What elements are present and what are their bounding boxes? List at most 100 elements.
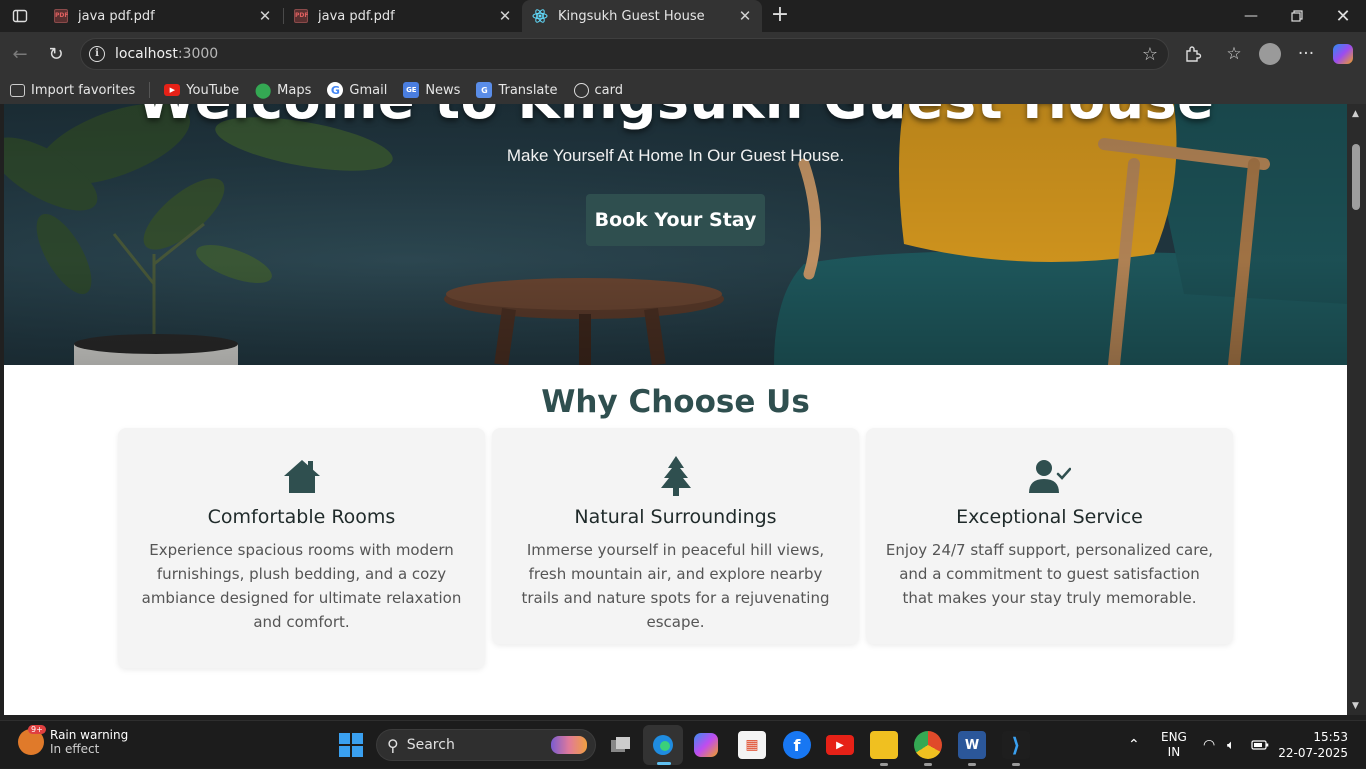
start-button[interactable] [339, 733, 363, 757]
close-icon[interactable]: ✕ [254, 7, 276, 25]
weather-widget[interactable]: 9+ Rain warning In effect [18, 725, 129, 756]
address-bar[interactable]: i localhost:3000 ☆ [80, 38, 1169, 70]
feature-card-natural-surroundings: Natural Surroundings Immerse yourself in… [492, 428, 859, 644]
language-indicator[interactable]: ENG IN [1161, 721, 1187, 769]
feature-description: Immerse yourself in peaceful hill views,… [521, 541, 830, 631]
clock-time: 15:53 [1313, 730, 1348, 744]
feature-description: Enjoy 24/7 staff support, personalized c… [885, 541, 1214, 607]
hero-title: Welcome to Kingsukh Guest House [4, 104, 1347, 131]
task-view-icon[interactable] [607, 731, 635, 759]
bookmark-label: Translate [498, 82, 558, 98]
bookmark-label: News [425, 82, 461, 98]
bookmark-label: Maps [277, 82, 312, 98]
word-app-icon[interactable]: W [958, 731, 986, 766]
vscode-app-icon[interactable]: ⟩ [1002, 731, 1030, 766]
weather-title: Rain warning [50, 728, 129, 742]
hero-subtitle: Make Yourself At Home In Our Guest House… [506, 146, 845, 165]
maps-icon: ⬤ [254, 81, 272, 99]
url-text[interactable]: localhost:3000 [115, 46, 218, 62]
tab-title: Kingsukh Guest House [558, 8, 705, 24]
tab-kingsukh[interactable]: Kingsukh Guest House ✕ [522, 0, 762, 32]
copilot-app-icon[interactable] [694, 733, 718, 757]
file-explorer-app-icon[interactable] [870, 731, 898, 766]
close-icon[interactable]: ✕ [734, 7, 756, 25]
page-scrollbar[interactable]: ▲ ▼ [1347, 104, 1366, 715]
scroll-up-icon[interactable]: ▲ [1352, 109, 1359, 119]
copilot-icon[interactable] [1333, 44, 1353, 64]
bookmark-maps[interactable]: ⬤ Maps [254, 81, 312, 99]
news-icon: GE [403, 82, 420, 98]
bookmark-label: Import favorites [31, 82, 136, 98]
facebook-app-icon[interactable]: f [783, 731, 811, 759]
favorites-icon[interactable]: ☆ [1222, 42, 1246, 66]
refresh-icon[interactable]: ↻ [44, 42, 68, 66]
language-code: ENG [1161, 730, 1187, 744]
bookmark-youtube[interactable]: ▶ YouTube [164, 83, 239, 98]
site-info-icon[interactable]: i [89, 46, 105, 62]
bookmark-label: Gmail [349, 82, 388, 98]
scroll-down-icon[interactable]: ▼ [1352, 701, 1359, 711]
youtube-app-icon[interactable]: ▶ [826, 735, 854, 755]
scrollbar-thumb[interactable] [1352, 144, 1360, 210]
feature-card-exceptional-service: Exceptional Service Enjoy 24/7 staff sup… [866, 428, 1233, 644]
chrome-app-icon[interactable] [914, 731, 942, 766]
react-icon [532, 8, 548, 24]
bookmark-separator [149, 82, 151, 98]
bookmark-label: YouTube [186, 82, 240, 98]
edge-app-icon[interactable] [643, 725, 683, 765]
bookmark-import-favorites[interactable]: Import favorites [10, 83, 135, 98]
bookmark-gmail[interactable]: G Gmail [327, 82, 387, 98]
hero-section: Welcome to Kingsukh Guest House Make You… [4, 104, 1347, 365]
bookmark-translate[interactable]: G Translate [476, 82, 558, 98]
tray-overflow-icon[interactable]: ⌃ [1128, 721, 1140, 769]
close-icon[interactable]: ✕ [494, 7, 516, 25]
tab-java-pdf-2[interactable]: PDF java pdf.pdf ✕ [284, 0, 522, 32]
new-tab-icon[interactable]: + [768, 4, 792, 28]
bookmark-card[interactable]: card [573, 82, 623, 98]
profile-avatar[interactable] [1259, 43, 1281, 65]
region-code: IN [1167, 745, 1181, 759]
wifi-icon[interactable]: ◠ [1203, 721, 1215, 769]
feature-title: Natural Surroundings [574, 506, 777, 528]
minimize-icon[interactable]: — [1228, 0, 1274, 32]
pdf-icon: PDF [294, 9, 308, 23]
search-icon: ⚲ [387, 735, 399, 755]
google-icon: G [327, 82, 344, 98]
bookmark-label: card [594, 82, 623, 98]
tab-title: java pdf.pdf [318, 8, 395, 24]
feature-card-comfortable-rooms: Comfortable Rooms Experience spacious ro… [118, 428, 485, 668]
clock-date: 22-07-2025 [1278, 746, 1348, 760]
close-window-icon[interactable]: ✕ [1320, 0, 1366, 32]
tab-title: java pdf.pdf [78, 8, 155, 24]
feature-title: Comfortable Rooms [207, 506, 396, 528]
extensions-icon[interactable] [1181, 42, 1205, 66]
house-icon [118, 456, 485, 496]
clock[interactable]: 15:53 22-07-2025 [1278, 729, 1348, 761]
youtube-icon: ▶ [164, 84, 181, 96]
tab-java-pdf-1[interactable]: PDF java pdf.pdf ✕ [44, 0, 282, 32]
weather-badge: 9+ [28, 725, 46, 734]
feature-title: Exceptional Service [956, 506, 1143, 528]
pdf-icon: PDF [54, 9, 68, 23]
more-menu-icon[interactable]: ··· [1294, 42, 1318, 66]
favorite-star-icon[interactable]: ☆ [1142, 44, 1158, 65]
tab-strip: PDF java pdf.pdf ✕ PDF java pdf.pdf ✕ Ki… [0, 0, 1366, 32]
battery-icon[interactable] [1251, 721, 1269, 769]
book-your-stay-button[interactable]: Book Your Stay [586, 194, 765, 246]
why-choose-us-heading: Why Choose Us [541, 384, 810, 420]
restore-icon[interactable] [1274, 0, 1320, 32]
store-app-icon[interactable]: ▦ [738, 731, 766, 759]
tree-icon [492, 456, 859, 496]
weather-icon: 9+ [18, 725, 46, 755]
taskbar: 9+ Rain warning In effect ⚲ Search ▦ f ▶… [0, 720, 1366, 768]
taskbar-search[interactable]: ⚲ Search [376, 729, 596, 761]
back-icon[interactable]: ← [8, 42, 32, 66]
search-label: Search [406, 737, 455, 753]
address-toolbar: ← ↻ i localhost:3000 ☆ ☆ ··· [0, 32, 1366, 76]
bookmark-news[interactable]: GE News [403, 82, 460, 98]
search-highlight-icon [551, 736, 587, 754]
bookmarks-bar: Import favorites ▶ YouTube ⬤ Maps G Gmai… [0, 76, 1366, 104]
volume-icon[interactable]: 🔈︎ [1227, 721, 1235, 769]
tab-actions-icon[interactable] [8, 6, 32, 26]
page-viewport: Welcome to Kingsukh Guest House Make You… [4, 104, 1347, 715]
